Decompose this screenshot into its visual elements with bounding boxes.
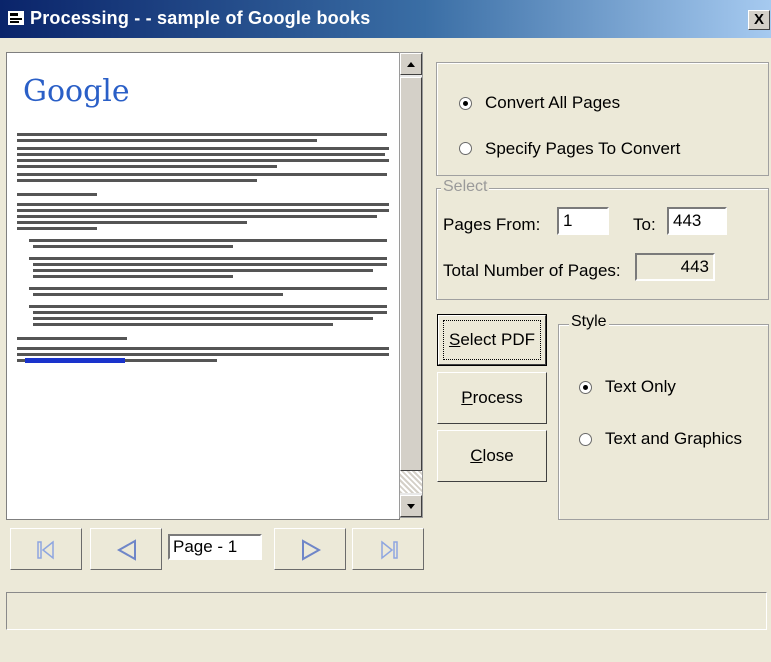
last-page-button[interactable]: [352, 528, 424, 570]
next-page-button[interactable]: [274, 528, 346, 570]
text-graphics-label[interactable]: Text and Graphics: [605, 429, 742, 449]
scroll-thumb[interactable]: [400, 77, 422, 471]
text-only-label[interactable]: Text Only: [605, 377, 676, 397]
process-label: rocess: [472, 388, 523, 407]
window-title: Processing - - sample of Google books: [30, 8, 371, 28]
select-pdf-button[interactable]: Select PDF: [437, 314, 547, 366]
focus-ring: [443, 320, 541, 360]
text-graphics-radio[interactable]: [579, 433, 592, 446]
select-legend: Select: [441, 178, 490, 196]
previous-page-button[interactable]: [90, 528, 162, 570]
page-preview: Google: [6, 52, 400, 520]
app-icon: [8, 11, 24, 25]
close-button[interactable]: Close: [437, 430, 547, 482]
close-mnemonic: C: [470, 446, 483, 465]
style-legend: Style: [569, 313, 609, 331]
text-only-radio[interactable]: [579, 381, 592, 394]
close-label: lose: [482, 446, 514, 465]
page-indicator: Page - 1: [168, 534, 262, 560]
close-icon[interactable]: X: [748, 10, 770, 30]
next-page-icon: [302, 539, 322, 561]
conversion-options-panel: Convert All Pages Specify Pages To Conve…: [436, 62, 769, 176]
specify-pages-label[interactable]: Specify Pages To Convert: [485, 139, 680, 159]
convert-all-label[interactable]: Convert All Pages: [485, 93, 620, 113]
total-pages-label: Total Number of Pages:: [443, 261, 621, 280]
scroll-down-icon[interactable]: [400, 495, 422, 517]
document-thumbnail: Google: [17, 74, 389, 363]
vertical-scrollbar[interactable]: [399, 52, 423, 518]
specify-pages-radio[interactable]: [459, 142, 472, 155]
total-pages-value: 443: [635, 253, 715, 281]
scroll-up-icon[interactable]: [400, 53, 422, 75]
pages-to-label: To:: [633, 215, 656, 234]
style-group: Style Text Only Text and Graphics: [558, 313, 769, 520]
scroll-track[interactable]: [400, 471, 422, 493]
first-page-button[interactable]: [10, 528, 82, 570]
process-button[interactable]: Process: [437, 372, 547, 424]
process-mnemonic: P: [461, 388, 473, 407]
pages-to-input[interactable]: 443: [667, 207, 727, 235]
pages-from-input[interactable]: 1: [557, 207, 609, 235]
title-bar: Processing - - sample of Google books X: [0, 0, 771, 38]
status-bar: [6, 592, 767, 630]
pages-from-label: Pages From:: [443, 215, 541, 234]
convert-all-radio[interactable]: [459, 97, 472, 110]
prev-page-icon: [116, 539, 136, 561]
last-page-icon: [381, 540, 398, 560]
first-page-icon: [37, 540, 54, 560]
select-group: Select Pages From: 1 To: 443 Total Numbe…: [436, 178, 769, 300]
google-logo-text: Google: [23, 74, 130, 109]
